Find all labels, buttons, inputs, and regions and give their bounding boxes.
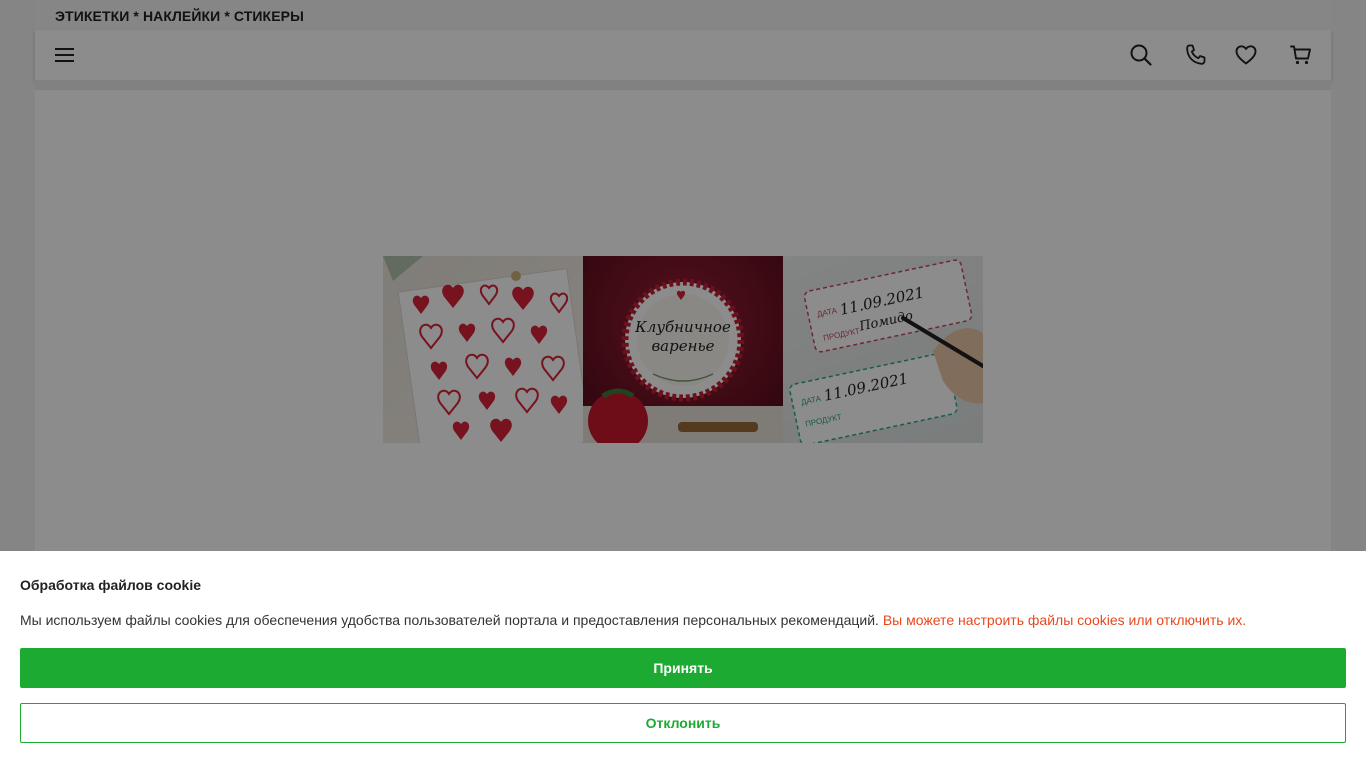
cookie-title: Обработка файлов cookie [20, 577, 202, 593]
accept-cookies-button[interactable]: Принять [20, 648, 1346, 688]
cookie-consent-panel: Обработка файлов cookie Мы используем фа… [0, 551, 1366, 768]
cookie-text: Мы используем файлы cookies для обеспече… [20, 612, 879, 628]
decline-cookies-button[interactable]: Отклонить [20, 703, 1346, 743]
cookie-settings-link[interactable]: Вы можете настроить файлы cookies или от… [883, 612, 1246, 628]
cookie-message: Мы используем файлы cookies для обеспече… [20, 612, 1246, 628]
